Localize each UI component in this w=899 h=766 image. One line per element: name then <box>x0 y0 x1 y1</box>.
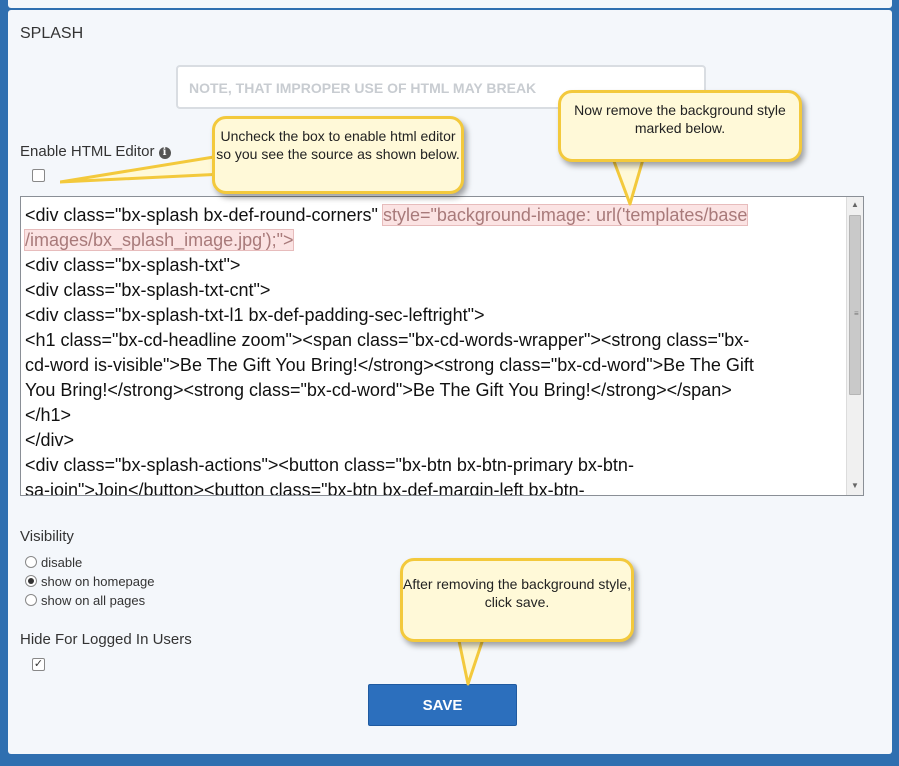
editor-line: <div class="bx-splash-txt-l1 bx-def-padd… <box>25 305 485 325</box>
callout-remove-style: Now remove the background style marked b… <box>558 90 802 162</box>
highlighted-background-style: style="background-image: url('templates/… <box>381 204 749 226</box>
editor-line: <div class="bx-splash-actions"><button c… <box>25 455 634 475</box>
enable-html-editor-checkbox[interactable] <box>32 169 45 182</box>
html-warning-text: NOTE, THAT IMPROPER USE OF HTML MAY BREA… <box>189 80 537 96</box>
radio-button[interactable] <box>25 594 37 606</box>
radio-option-show-on-all-pages[interactable]: show on all pages <box>25 593 145 608</box>
highlighted-background-style-end: /images/bx_splash_image.jpg');"> <box>23 229 295 251</box>
radio-button[interactable] <box>25 556 37 568</box>
radio-label: show on homepage <box>41 574 155 589</box>
visibility-label: Visibility <box>20 528 74 545</box>
editor-line: sa-join">Join</button><button class="bx-… <box>25 480 585 496</box>
editor-line: You Bring!</strong><strong class="bx-cd-… <box>25 380 732 400</box>
radio-label: show on all pages <box>41 593 146 608</box>
section-title: SPLASH <box>20 25 84 42</box>
editor-line: <div class="bx-splash-txt-cnt"> <box>25 280 271 300</box>
hide-logged-in-label: Hide For Logged In Users <box>20 631 192 648</box>
editor-line: <div class="bx-splash bx-def-round-corne… <box>25 203 833 228</box>
editor-line: /images/bx_splash_image.jpg');"> <box>23 228 833 253</box>
editor-scroll-thumb[interactable]: ≡ <box>849 215 861 395</box>
radio-option-disable[interactable]: disable <box>25 555 82 570</box>
editor-content[interactable]: <div class="bx-splash bx-def-round-corne… <box>23 203 833 496</box>
hide-logged-in-checkbox[interactable]: ✓ <box>32 658 45 671</box>
callout-click-save: After removing the background style, cli… <box>400 558 634 642</box>
scroll-up-icon[interactable]: ▲ <box>851 200 859 209</box>
radio-option-show-on-homepage[interactable]: show on homepage <box>25 574 154 589</box>
scroll-down-icon[interactable]: ▼ <box>851 481 859 490</box>
radio-button-selected[interactable] <box>25 575 37 587</box>
editor-line: <div class="bx-splash-txt"> <box>25 255 241 275</box>
editor-line: </h1> <box>25 405 72 425</box>
save-button[interactable]: SAVE <box>368 684 517 726</box>
top-panel-edge <box>8 0 892 8</box>
scroll-grip-icon: ≡ <box>854 309 859 318</box>
editor-line: <h1 class="bx-cd-headline zoom"><span cl… <box>25 330 750 350</box>
editor-first-line-code: <div class="bx-splash bx-def-round-corne… <box>25 205 383 225</box>
editor-scrollbar[interactable]: ▲ ≡ ▼ <box>846 197 863 495</box>
check-icon: ✓ <box>33 658 44 670</box>
editor-line: </div> <box>25 430 75 450</box>
editor-line: cd-word is-visible">Be The Gift You Brin… <box>25 355 754 375</box>
html-source-editor[interactable]: <div class="bx-splash bx-def-round-corne… <box>20 196 864 496</box>
callout-enable-editor: Uncheck the box to enable html editor so… <box>212 116 464 194</box>
radio-label: disable <box>41 555 83 570</box>
